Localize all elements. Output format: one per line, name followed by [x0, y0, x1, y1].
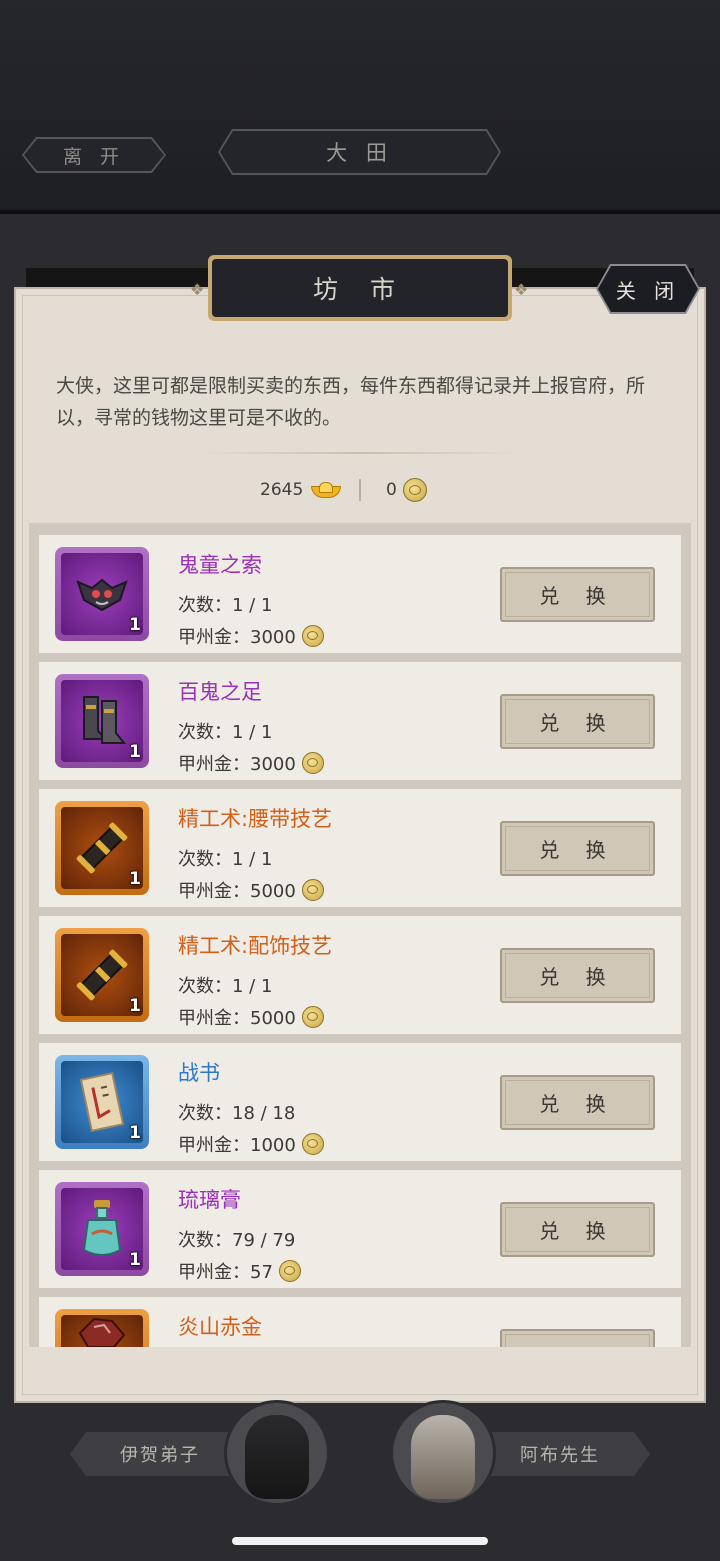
redeem-label: 兑 换 — [505, 953, 650, 998]
item-name: 百鬼之足 — [178, 680, 262, 704]
item-price: 甲州金：3000 — [178, 750, 324, 776]
item-quantity: 1 — [129, 1250, 141, 1270]
list-item: 1 精工术:腰带技艺 次数：1 / 1 甲州金：5000 兑 换 — [39, 789, 681, 907]
close-button[interactable]: 关 闭 — [596, 264, 700, 314]
coin-amount: 0 — [386, 480, 397, 500]
gold-currency: 2645 — [260, 478, 342, 502]
koshu-gold-coin-icon — [301, 752, 324, 774]
description-divider — [200, 452, 520, 454]
redeem-button[interactable]: 兑 换 — [500, 694, 655, 749]
koshu-gold-coin-icon — [301, 1133, 324, 1155]
list-item: 1 百鬼之足 次数：1 / 1 甲州金：3000 兑 换 — [39, 662, 681, 780]
scroll-icon — [76, 822, 128, 874]
top-background — [0, 0, 720, 215]
shop-item-list[interactable]: 1 鬼童之索 次数：1 / 1 甲州金：3000 兑 换 1 百鬼之足 次数：1… — [29, 523, 691, 1347]
npc-left-nameplate[interactable]: 伊贺弟子 — [70, 1432, 250, 1476]
item-count: 次数：79 / 79 — [178, 1230, 296, 1251]
list-item: 炎山赤金 — [39, 1297, 681, 1347]
leave-label: 离 开 — [62, 145, 126, 168]
gold-ingot-icon — [311, 482, 342, 498]
list-item: 1 战书 次数：18 / 18 甲州金：1000 兑 换 — [39, 1043, 681, 1161]
redeem-button[interactable]: 兑 换 — [500, 1075, 655, 1130]
item-quantity: 1 — [129, 869, 141, 889]
redeem-button[interactable]: 兑 换 — [500, 567, 655, 622]
ore-icon — [78, 1318, 126, 1347]
ornament-left-icon: ❖ — [190, 280, 205, 299]
npc-right-nameplate[interactable]: 阿布先生 — [470, 1432, 650, 1476]
shop-description: 大侠，这里可都是限制买卖的东西，每件东西都得记录并上报官府，所以，寻常的钱物这里… — [56, 375, 646, 429]
ornament-right-icon: ❖ — [514, 280, 529, 299]
potion-icon — [82, 1200, 122, 1256]
item-price-text: 甲州金：57 — [178, 1262, 273, 1283]
item-name: 战书 — [178, 1061, 220, 1085]
item-price-text: 甲州金：3000 — [178, 627, 296, 648]
item-icon-frame[interactable] — [55, 1309, 149, 1347]
item-count: 次数：1 / 1 — [178, 722, 273, 743]
redeem-button[interactable] — [500, 1329, 655, 1347]
item-price: 甲州金：57 — [178, 1258, 301, 1284]
item-count: 次数：1 / 1 — [178, 976, 273, 997]
letter-icon — [79, 1072, 125, 1132]
koshu-gold-coin-icon — [278, 1260, 301, 1282]
item-price: 甲州金：3000 — [178, 623, 324, 649]
currency-separator — [359, 479, 361, 501]
item-quantity: 1 — [129, 615, 141, 635]
item-name: 琉璃膏 — [178, 1188, 241, 1212]
ninja-portrait-avatar[interactable] — [224, 1400, 330, 1506]
item-price-text: 甲州金：5000 — [178, 1008, 296, 1029]
item-price: 甲州金：5000 — [178, 1004, 324, 1030]
item-quantity: 1 — [129, 996, 141, 1016]
close-label: 关 闭 — [598, 266, 698, 312]
redeem-button[interactable]: 兑 换 — [500, 1202, 655, 1257]
location-label: 大 田 — [326, 141, 393, 165]
shop-title: 坊 市 — [212, 259, 508, 317]
redeem-label: 兑 换 — [505, 699, 650, 744]
item-price-text: 甲州金：5000 — [178, 881, 296, 902]
location-plate: 大 田 — [218, 129, 501, 175]
koshu-gold-coin-icon — [301, 879, 324, 901]
elder-portrait-avatar[interactable] — [390, 1400, 496, 1506]
item-count: 次数：1 / 1 — [178, 849, 273, 870]
item-name: 炎山赤金 — [178, 1315, 262, 1339]
item-name: 鬼童之索 — [178, 553, 262, 577]
redeem-label: 兑 换 — [505, 1080, 650, 1125]
item-icon-frame[interactable]: 1 — [55, 547, 149, 641]
item-name: 精工术:配饰技艺 — [178, 934, 333, 958]
gold-amount: 2645 — [260, 480, 304, 500]
item-price-text: 甲州金：3000 — [178, 754, 296, 775]
shop-title-plate: 坊 市 — [208, 255, 512, 321]
item-icon-frame[interactable]: 1 — [55, 1182, 149, 1276]
npc-right-name: 阿布先生 — [520, 1445, 600, 1466]
item-quantity: 1 — [129, 1123, 141, 1143]
list-item: 1 鬼童之索 次数：1 / 1 甲州金：3000 兑 换 — [39, 535, 681, 653]
item-icon-frame[interactable]: 1 — [55, 1055, 149, 1149]
item-icon-frame[interactable]: 1 — [55, 928, 149, 1022]
leave-button[interactable]: 离 开 — [22, 137, 166, 173]
item-quantity: 1 — [129, 742, 141, 762]
redeem-label: 兑 换 — [505, 1207, 650, 1252]
boots-icon — [83, 696, 127, 744]
coin-currency: 0 — [386, 478, 427, 502]
item-price-text: 甲州金：1000 — [178, 1135, 296, 1156]
item-price: 甲州金：5000 — [178, 877, 324, 903]
list-item: 1 精工术:配饰技艺 次数：1 / 1 甲州金：5000 兑 换 — [39, 916, 681, 1034]
koshu-gold-coin-icon — [402, 478, 427, 502]
redeem-button[interactable]: 兑 换 — [500, 948, 655, 1003]
item-icon-frame[interactable]: 1 — [55, 801, 149, 895]
koshu-gold-coin-icon — [301, 1006, 324, 1028]
redeem-label: 兑 换 — [505, 572, 650, 617]
item-icon-frame[interactable]: 1 — [55, 674, 149, 768]
item-price: 甲州金：1000 — [178, 1131, 324, 1157]
redeem-label: 兑 换 — [505, 826, 650, 871]
scroll-icon — [76, 949, 128, 1001]
npc-left-name: 伊贺弟子 — [120, 1445, 200, 1466]
list-item: 1 琉璃膏 次数：79 / 79 甲州金：57 兑 换 — [39, 1170, 681, 1288]
mask-icon — [76, 578, 128, 612]
item-count: 次数：18 / 18 — [178, 1103, 296, 1124]
redeem-button[interactable]: 兑 换 — [500, 821, 655, 876]
item-name: 精工术:腰带技艺 — [178, 807, 333, 831]
home-indicator[interactable] — [232, 1537, 488, 1545]
item-count: 次数：1 / 1 — [178, 595, 273, 616]
koshu-gold-coin-icon — [301, 625, 324, 647]
